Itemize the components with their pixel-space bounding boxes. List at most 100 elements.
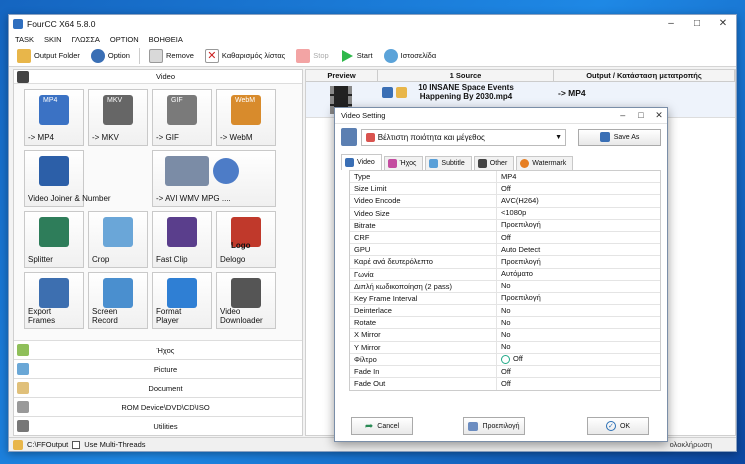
menu-task[interactable]: TASK [15, 35, 34, 44]
property-row[interactable]: Φίλτρο Off [350, 353, 660, 366]
category-utilities[interactable]: Utilities [14, 416, 302, 435]
music-icon [17, 344, 29, 356]
status-text: ολοκλήρωση [669, 440, 712, 449]
folder-icon[interactable] [396, 87, 407, 98]
multi-format-icon [165, 156, 209, 186]
tile-splitter[interactable]: Splitter [24, 211, 84, 268]
task-table-header: Preview 1 Source Output / Κατάσταση μετα… [306, 70, 735, 82]
info-icon[interactable] [382, 87, 393, 98]
check-icon: ✓ [605, 421, 616, 431]
tile-to-mkv[interactable]: MKV -> MKV [88, 89, 148, 146]
tile-video-joiner[interactable]: Video Joiner & Number [24, 150, 111, 207]
property-row[interactable]: Video Size <1080p [350, 207, 660, 220]
app-icon [13, 19, 23, 29]
remove-button[interactable]: Remove [145, 47, 198, 65]
window-title: FourCC X64 5.8.0 [27, 19, 96, 29]
globe-icon [383, 48, 398, 63]
tile-fast-clip[interactable]: Fast Clip [152, 211, 212, 268]
video-tab-icon [345, 158, 354, 167]
property-row[interactable]: Key Frame Interval Προεπιλογή [350, 292, 660, 306]
column-output-status[interactable]: Output / Κατάσταση μετατροπής [554, 70, 735, 81]
category-document[interactable]: Document [14, 378, 302, 397]
tile-crop[interactable]: Crop [88, 211, 148, 268]
menu-skin[interactable]: SKIN [44, 35, 62, 44]
tab-watermark[interactable]: Watermark [516, 156, 574, 170]
property-row[interactable]: X Mirror No [350, 329, 660, 342]
maximize-button[interactable]: □ [684, 15, 710, 33]
subtitle-tab-icon [429, 159, 439, 168]
toolbar-divider [138, 47, 140, 64]
dialog-close-button[interactable]: ✕ [651, 110, 667, 121]
property-row[interactable]: Deinterlace No [350, 305, 660, 318]
tool-panel: Video MP4 -> MP4 MKV -> MKV GIF -> GIF W… [13, 69, 303, 436]
back-arrow-icon: ➦ [364, 420, 374, 432]
property-row[interactable]: Bitrate Προεπιλογή [350, 219, 660, 232]
default-button[interactable]: Προεπιλογή [463, 417, 525, 435]
property-row[interactable]: Y Mirror No [350, 341, 660, 354]
multithread-checkbox[interactable] [72, 440, 81, 449]
property-row[interactable]: Rotate No [350, 317, 660, 330]
save-as-button[interactable]: Save As [578, 128, 661, 146]
column-source[interactable]: 1 Source [378, 70, 554, 81]
property-row[interactable]: CRF Off [350, 231, 660, 245]
menu-option[interactable]: OPTION [110, 35, 139, 44]
category-rom-device[interactable]: ROM Device\DVD\CD\ISO [14, 397, 302, 416]
dialog-title: Video Setting [341, 111, 386, 120]
property-row[interactable]: Διπλή κωδικοποίηση (2 pass) No [350, 280, 660, 293]
tile-format-player[interactable]: Format Player [152, 272, 212, 329]
close-button[interactable]: ✕ [710, 15, 736, 33]
stop-button[interactable]: Stop [292, 47, 332, 65]
clear-list-button[interactable]: ✕ Καθαρισμός λίστας [201, 47, 289, 65]
tile-to-gif[interactable]: GIF -> GIF [152, 89, 212, 146]
menu-help[interactable]: ΒΟΗΘΕΙΑ [149, 35, 183, 44]
cancel-button[interactable]: ➦ Cancel [351, 417, 413, 435]
column-preview[interactable]: Preview [306, 70, 378, 81]
option-button[interactable]: Option [87, 47, 134, 65]
menu-bar: TASK SKIN ΓΛΩΣΣΑ OPTION ΒΟΗΘΕΙΑ [9, 33, 736, 45]
utilities-icon [17, 420, 29, 432]
start-button[interactable]: Start [336, 47, 377, 65]
tile-screen-record[interactable]: Screen Record [88, 272, 148, 329]
ok-button[interactable]: ✓ OK [587, 417, 649, 435]
tile-to-webm[interactable]: WebM -> WebM [216, 89, 276, 146]
menu-language[interactable]: ΓΛΩΣΣΑ [72, 35, 100, 44]
other-tab-icon [477, 159, 487, 168]
tab-audio[interactable]: Ήχος [383, 156, 424, 170]
tile-video-downloader[interactable]: Video Downloader [216, 272, 276, 329]
dialog-maximize-button[interactable]: □ [633, 110, 649, 120]
tile-delogo[interactable]: Logo Delogo [216, 211, 276, 268]
video-section-header[interactable]: Video [14, 70, 302, 84]
minimize-button[interactable]: – [658, 15, 684, 33]
watermark-tab-icon [520, 159, 530, 168]
category-audio[interactable]: Ήχος [14, 340, 302, 359]
property-row[interactable]: Γωνία Αυτόματο [350, 268, 660, 281]
tab-other[interactable]: Other [473, 156, 515, 170]
property-row[interactable]: Size Limit Off [350, 183, 660, 196]
property-row[interactable]: Fade Out Off [350, 378, 660, 391]
preset-dropdown[interactable]: Βέλτιστη ποιότητα και μέγεθος ▼ [360, 128, 567, 146]
tab-video[interactable]: Video [341, 154, 382, 170]
tile-to-mp4[interactable]: MP4 -> MP4 [24, 89, 84, 146]
category-picture[interactable]: Picture [14, 359, 302, 378]
video-setting-dialog: Video Setting – □ ✕ Βέλτιστη ποιότητα κα… [334, 107, 668, 442]
property-row[interactable]: Video Encode AVC(H264) [350, 195, 660, 208]
property-row[interactable]: Type MP4 [350, 171, 660, 184]
video-tools-grid: MP4 -> MP4 MKV -> MKV GIF -> GIF WebM ->… [14, 84, 302, 329]
output-path[interactable]: C:\FFOutput [27, 440, 68, 449]
tile-to-avi-wmv-mpg[interactable]: -> AVI WMV MPG .... [152, 150, 276, 207]
tile-export-frames[interactable]: Export Frames [24, 272, 84, 329]
document-icon [17, 382, 29, 394]
output-folder-button[interactable]: Output Folder [13, 47, 84, 65]
printer-icon [468, 421, 479, 431]
tab-subtitle[interactable]: Subtitle [425, 156, 472, 170]
folder-icon[interactable] [13, 439, 23, 450]
preset-icon [341, 128, 357, 146]
property-row[interactable]: Fade In Off [350, 366, 660, 379]
dialog-minimize-button[interactable]: – [615, 110, 631, 120]
website-button[interactable]: Ιστοσελίδα [380, 47, 441, 65]
export-frames-icon [39, 278, 69, 308]
filter-icon [501, 354, 510, 364]
property-row[interactable]: Καρέ ανά δευτερόλεπτο Προεπιλογή [350, 256, 660, 269]
property-row[interactable]: GPU Auto Detect [350, 244, 660, 257]
video-section-icon [17, 70, 29, 83]
